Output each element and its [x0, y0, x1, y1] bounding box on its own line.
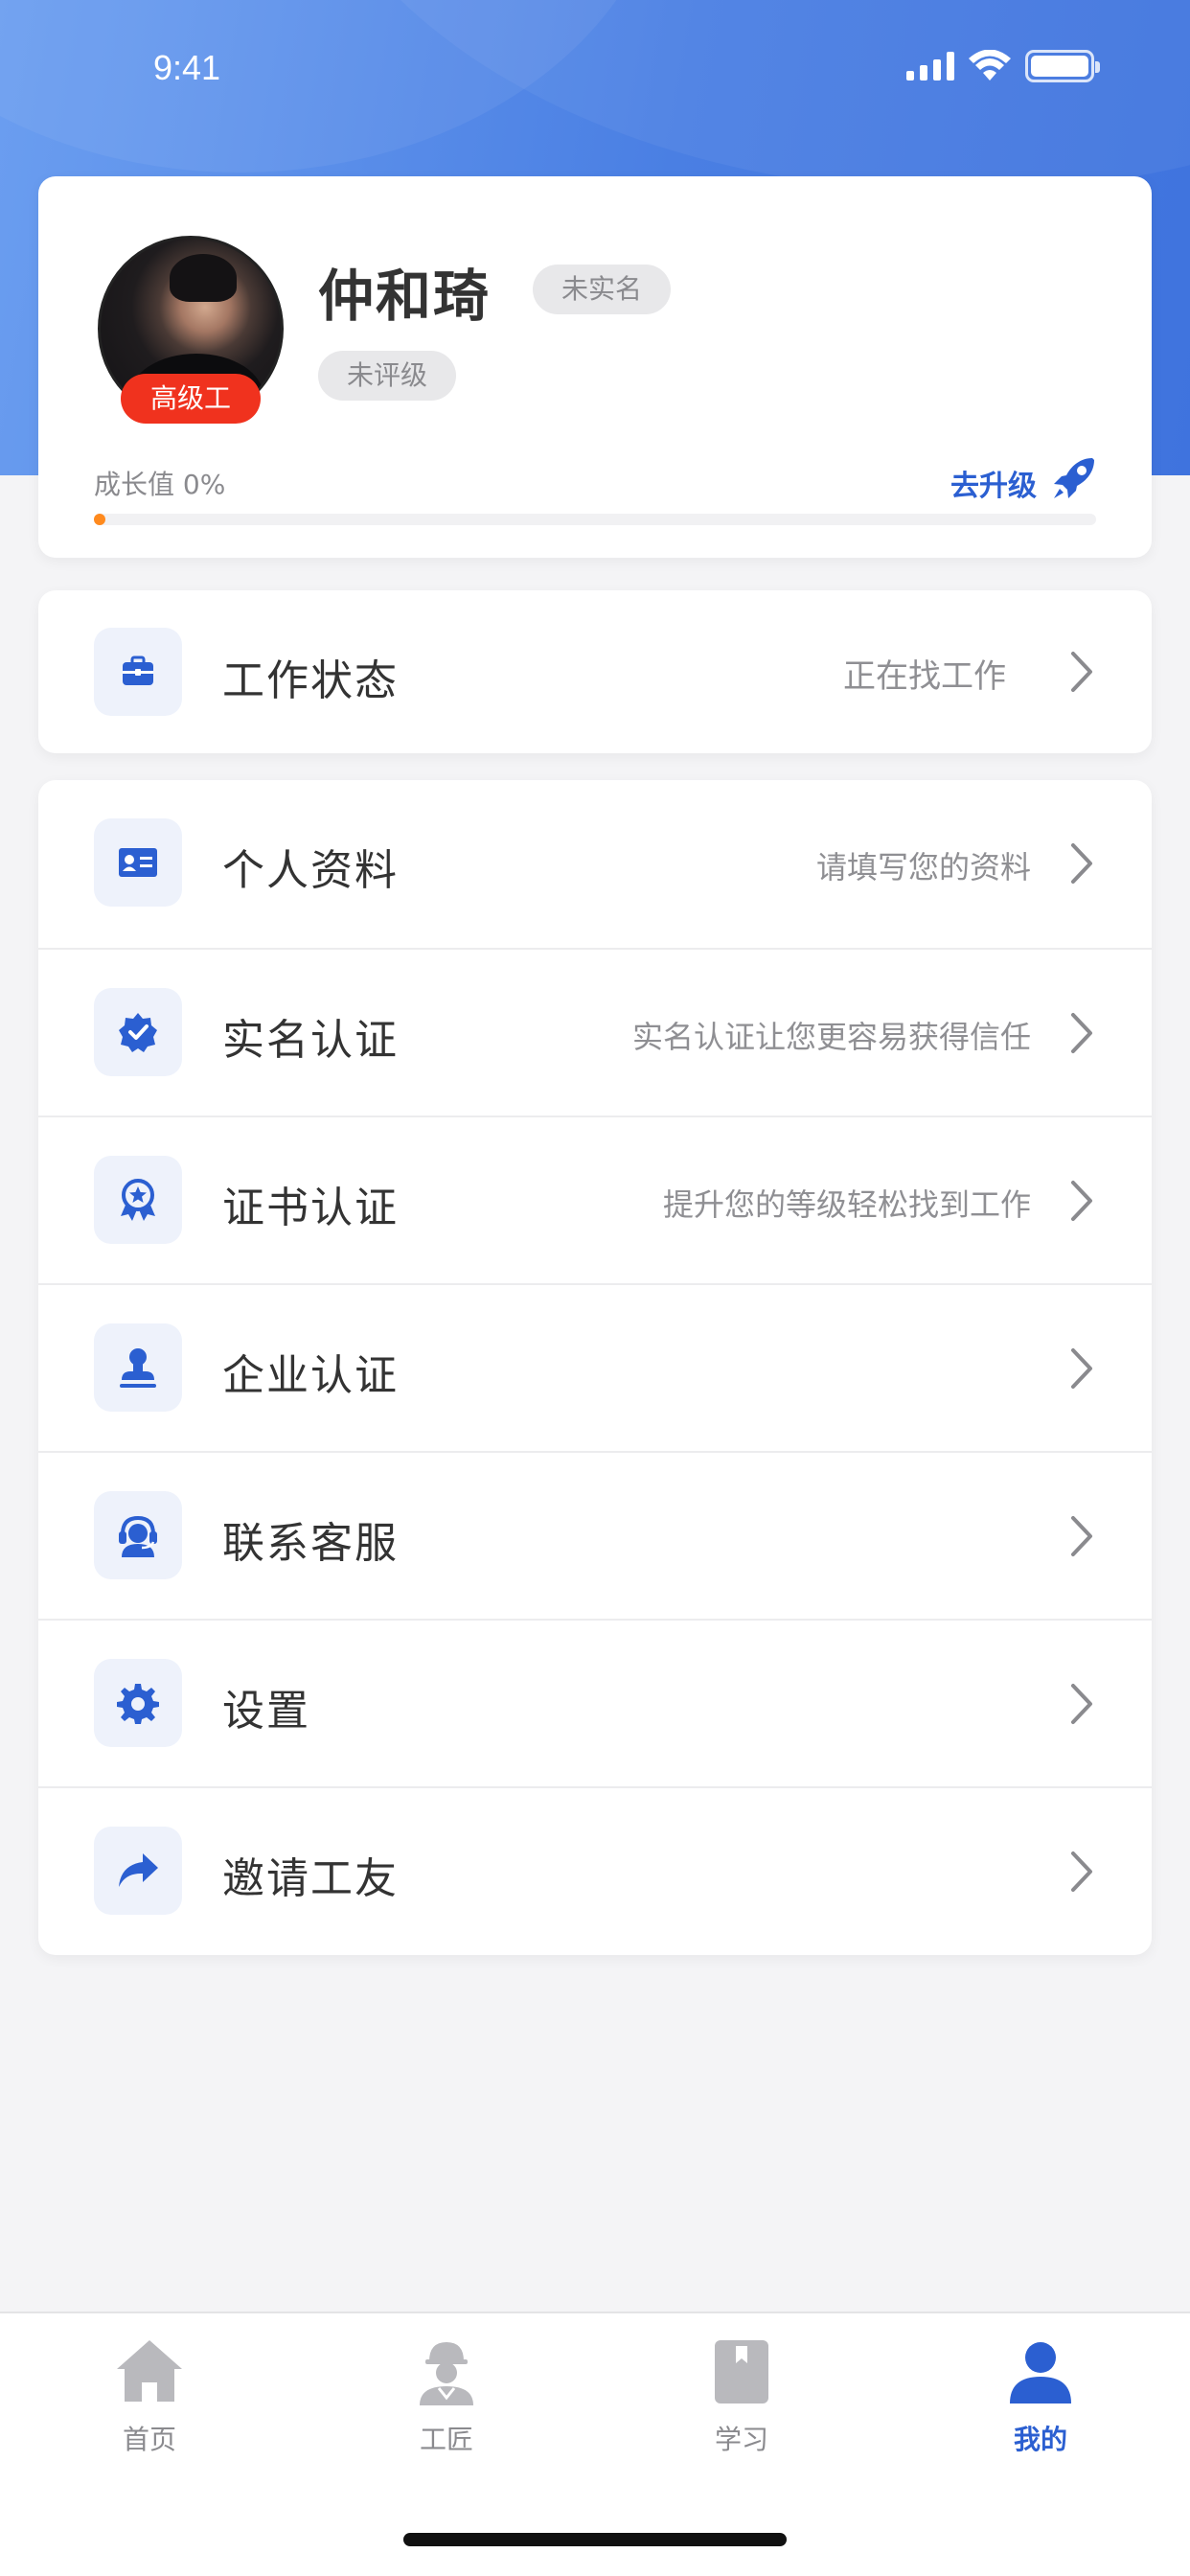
menu-item-label: 设置	[222, 1687, 310, 1736]
divider	[38, 1619, 1152, 1621]
tab-label: 我的	[1013, 2424, 1067, 2455]
menu-item-value: 实名认证让您更容易获得信任	[631, 1019, 1031, 1055]
status-icons	[906, 50, 1100, 82]
divider	[38, 1451, 1152, 1453]
status-bar: 9:41	[0, 0, 1190, 134]
growth-label: 成长值 0%	[94, 469, 226, 500]
upgrade-link[interactable]: 去升级	[950, 462, 1037, 504]
divider	[38, 1786, 1152, 1788]
cellular-signal-icon	[906, 52, 954, 80]
menu-item-label: 实名认证	[222, 1016, 399, 1065]
growth-progress-bar	[94, 514, 1096, 525]
headset-icon	[94, 1491, 182, 1579]
chevron-right-icon	[1071, 652, 1092, 692]
book-icon	[715, 2340, 768, 2404]
work-status-row[interactable]: 工作状态 正在找工作	[38, 590, 1152, 753]
share-arrow-icon	[94, 1827, 182, 1915]
chevron-right-icon	[1071, 1348, 1092, 1389]
status-time: 9:41	[153, 48, 221, 87]
divider	[38, 1116, 1152, 1117]
rating-status-tag[interactable]: 未评级	[318, 351, 457, 401]
avatar-container[interactable]: 高级工	[98, 236, 284, 424]
tab-label: 学习	[714, 2424, 768, 2455]
menu-item-label: 联系客服	[222, 1519, 399, 1568]
chevron-right-icon	[1071, 843, 1092, 884]
chevron-right-icon	[1071, 1181, 1092, 1221]
tab-mine[interactable]: 我的	[945, 2333, 1136, 2476]
home-indicator[interactable]	[403, 2533, 787, 2546]
divider	[38, 948, 1152, 950]
menu-item-support[interactable]: 联系客服	[38, 1451, 1152, 1619]
menu-item-label: 邀请工友	[222, 1854, 399, 1903]
menu-item-value: 请填写您的资料	[815, 849, 1031, 886]
menu-item-enterprise[interactable]: 企业认证	[38, 1283, 1152, 1451]
menu-item-label: 企业认证	[222, 1351, 399, 1400]
gear-icon	[94, 1659, 182, 1747]
work-status-value: 正在找工作	[843, 657, 1006, 696]
id-card-icon	[94, 818, 182, 907]
growth-progress-fill	[94, 514, 105, 525]
user-name: 仲和琦	[318, 264, 492, 329]
tab-learn[interactable]: 学习	[646, 2333, 837, 2476]
work-status-card[interactable]: 工作状态 正在找工作	[38, 590, 1152, 753]
work-status-label: 工作状态	[222, 656, 399, 705]
menu-item-certificate[interactable]: 证书认证 提升您的等级轻松找到工作	[38, 1116, 1152, 1283]
menu-item-label: 证书认证	[222, 1184, 399, 1232]
tab-label: 首页	[122, 2424, 176, 2455]
award-ribbon-icon	[94, 1156, 182, 1244]
tab-craftsman[interactable]: 工匠	[351, 2333, 542, 2476]
menu-item-value: 提升您的等级轻松找到工作	[662, 1186, 1031, 1223]
rocket-icon[interactable]	[1050, 454, 1098, 502]
verify-status-tag[interactable]: 未实名	[533, 264, 672, 314]
battery-icon	[1025, 50, 1100, 82]
menu-item-label: 个人资料	[222, 846, 399, 895]
menu-item-settings[interactable]: 设置	[38, 1619, 1152, 1786]
chevron-right-icon	[1071, 1013, 1092, 1053]
divider	[38, 1283, 1152, 1285]
chevron-right-icon	[1071, 1852, 1092, 1892]
worker-icon	[420, 2342, 473, 2405]
chevron-right-icon	[1071, 1516, 1092, 1556]
home-icon	[117, 2340, 182, 2402]
chevron-right-icon	[1071, 1684, 1092, 1724]
verified-badge-icon	[94, 988, 182, 1076]
briefcase-icon	[94, 628, 182, 716]
wifi-icon	[969, 50, 1011, 80]
menu-item-profile[interactable]: 个人资料 请填写您的资料	[38, 780, 1152, 948]
user-icon	[1010, 2342, 1071, 2404]
menu-item-invite[interactable]: 邀请工友	[38, 1786, 1152, 1954]
level-badge: 高级工	[121, 374, 261, 424]
menu-list-card: 个人资料 请填写您的资料 实名认证 实名认证让您更容易获得信任 证书认证 提升您…	[38, 780, 1152, 1955]
menu-item-realname[interactable]: 实名认证 实名认证让您更容易获得信任	[38, 948, 1152, 1116]
tab-label: 工匠	[419, 2424, 473, 2455]
tab-home[interactable]: 首页	[54, 2333, 245, 2476]
stamp-icon	[94, 1323, 182, 1412]
profile-card[interactable]: 高级工 仲和琦 未实名 未评级 成长值 0% 去升级	[38, 176, 1152, 558]
